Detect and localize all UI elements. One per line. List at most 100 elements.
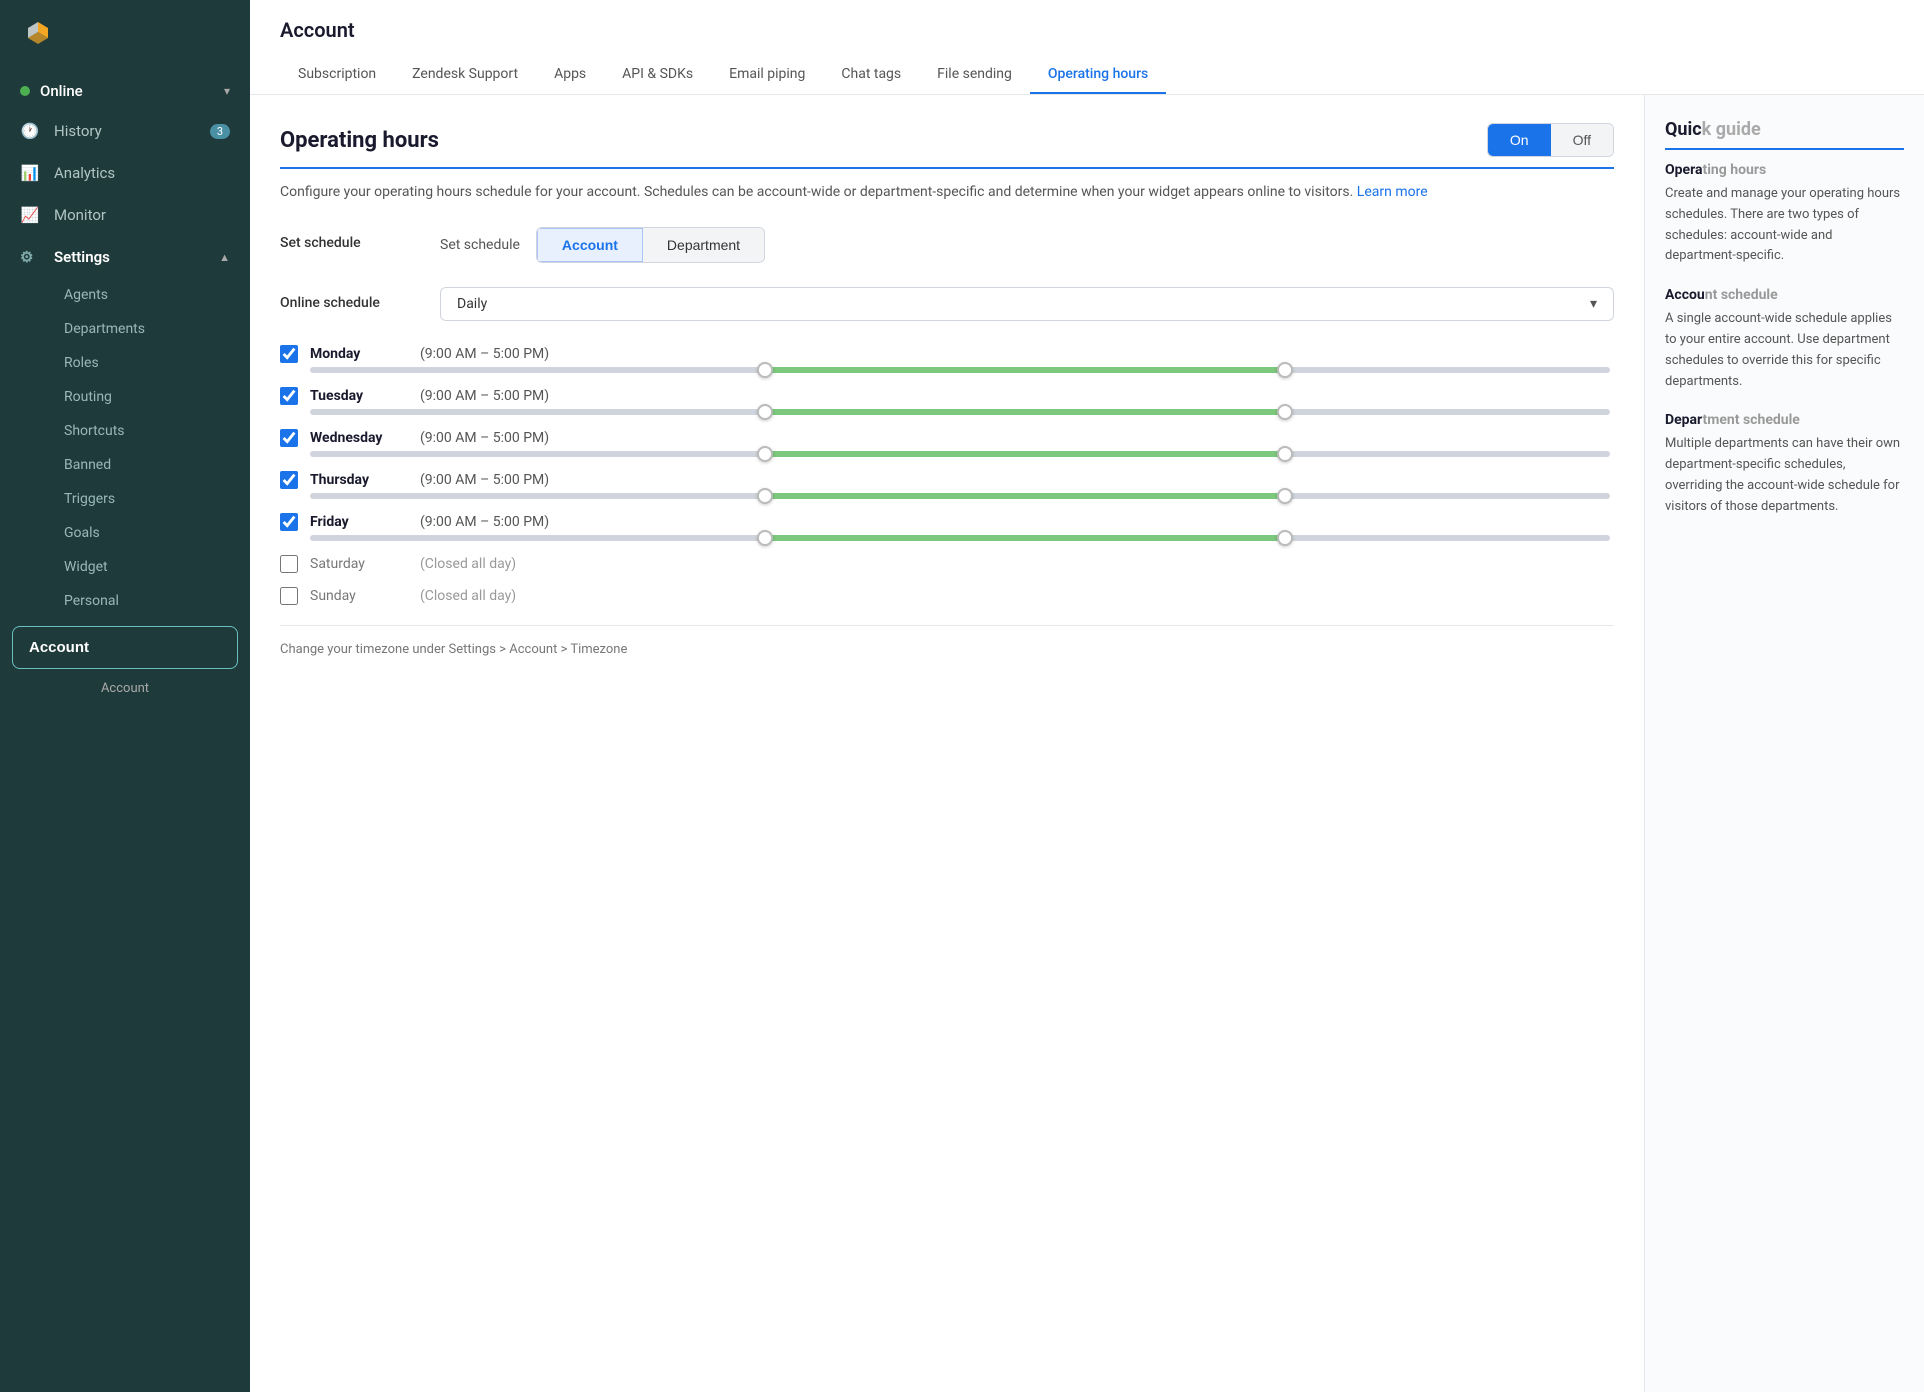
daily-dropdown-value: Daily (457, 296, 487, 312)
thursday-checkbox[interactable] (280, 471, 298, 489)
sidebar-item-roles[interactable]: Roles (54, 346, 250, 380)
account-button[interactable]: Account (12, 626, 238, 669)
friday-slider-track[interactable] (310, 535, 1610, 541)
monday-checkbox[interactable] (280, 345, 298, 363)
tab-email-piping[interactable]: Email piping (711, 56, 823, 94)
sidebar-item-personal[interactable]: Personal (54, 584, 250, 618)
status-indicator (20, 86, 30, 96)
sidebar-item-history[interactable]: 🕐 History 3 (0, 110, 250, 152)
sidebar-item-widget[interactable]: Widget (54, 550, 250, 584)
wednesday-slider-track[interactable] (310, 451, 1610, 457)
tuesday-slider-track[interactable] (310, 409, 1610, 415)
monday-thumb-start[interactable] (757, 362, 773, 378)
tuesday-header: Tuesday (9:00 AM – 5:00 PM) (280, 387, 1614, 405)
activity-icon: 📈 (20, 206, 40, 224)
quick-guide-account-text: A single account-wide schedule applies t… (1665, 309, 1904, 392)
account-schedule-button[interactable]: Account (537, 228, 643, 262)
set-schedule-placeholder: Set schedule (440, 237, 520, 253)
tab-zendesk-support[interactable]: Zendesk Support (394, 56, 536, 94)
friday-slider-fill (765, 535, 1285, 541)
monday-slider-track[interactable] (310, 367, 1610, 373)
sunday-hours: (Closed all day) (420, 588, 516, 604)
monday-hours: (9:00 AM – 5:00 PM) (420, 346, 549, 362)
timezone-note: Change your timezone under Settings > Ac… (280, 625, 1614, 657)
account-tooltip: Account (0, 677, 250, 704)
tuesday-checkbox[interactable] (280, 387, 298, 405)
sidebar-item-shortcuts[interactable]: Shortcuts (54, 414, 250, 448)
sidebar-monitor-label: Monitor (54, 206, 106, 224)
wednesday-header: Wednesday (9:00 AM – 5:00 PM) (280, 429, 1614, 447)
thursday-hours: (9:00 AM – 5:00 PM) (420, 472, 549, 488)
saturday-header: Saturday (Closed all day) (280, 555, 1614, 573)
daily-schedule-dropdown[interactable]: Daily ▾ (440, 287, 1614, 321)
sidebar-item-departments[interactable]: Departments (54, 312, 250, 346)
status-label: Online (40, 82, 224, 100)
quick-guide-department-schedule: Department schedule Multiple departments… (1665, 412, 1904, 517)
content-area: Operating hours On Off Configure your op… (250, 95, 1924, 1392)
learn-more-link[interactable]: Learn more (1357, 184, 1428, 200)
sunday-checkbox[interactable] (280, 587, 298, 605)
department-schedule-button[interactable]: Department (643, 228, 764, 262)
tuesday-thumb-start[interactable] (757, 404, 773, 420)
quick-guide-department-text: Multiple departments can have their own … (1665, 434, 1904, 517)
saturday-checkbox[interactable] (280, 555, 298, 573)
sidebar-settings-label: Settings (54, 248, 110, 266)
tab-operating-hours[interactable]: Operating hours (1030, 56, 1166, 94)
thursday-thumb-end[interactable] (1277, 488, 1293, 504)
sidebar-settings-toggle[interactable]: ⚙ Settings ▲ (0, 236, 250, 278)
friday-thumb-end[interactable] (1277, 530, 1293, 546)
sidebar-item-banned[interactable]: Banned (54, 448, 250, 482)
tuesday-slider-fill (765, 409, 1285, 415)
sidebar-item-monitor[interactable]: 📈 Monitor (0, 194, 250, 236)
sidebar-item-analytics[interactable]: 📊 Analytics (0, 152, 250, 194)
monday-slider-fill (765, 367, 1285, 373)
tuesday-hours: (9:00 AM – 5:00 PM) (420, 388, 549, 404)
tuesday-thumb-end[interactable] (1277, 404, 1293, 420)
thursday-thumb-start[interactable] (757, 488, 773, 504)
friday-checkbox[interactable] (280, 513, 298, 531)
tuesday-row: Tuesday (9:00 AM – 5:00 PM) (280, 387, 1614, 415)
wednesday-thumb-start[interactable] (757, 446, 773, 462)
account-button-label: Account (29, 639, 89, 656)
quick-guide-account-title: Account schedule (1665, 287, 1904, 303)
wednesday-row: Wednesday (9:00 AM – 5:00 PM) (280, 429, 1614, 457)
wednesday-label: Wednesday (310, 430, 420, 446)
sidebar-item-goals[interactable]: Goals (54, 516, 250, 550)
online-schedule-label: Online schedule (280, 287, 440, 311)
tab-subscription[interactable]: Subscription (280, 56, 394, 94)
settings-chevron-icon: ▲ (219, 251, 230, 264)
wednesday-checkbox[interactable] (280, 429, 298, 447)
status-selector[interactable]: Online ▾ (0, 72, 250, 110)
tab-apps[interactable]: Apps (536, 56, 604, 94)
wednesday-hours: (9:00 AM – 5:00 PM) (420, 430, 549, 446)
saturday-row: Saturday (Closed all day) (280, 555, 1614, 573)
dropdown-chevron-icon: ▾ (1590, 296, 1597, 312)
sidebar-item-routing[interactable]: Routing (54, 380, 250, 414)
toggle-off-button[interactable]: Off (1551, 124, 1613, 156)
tab-api-sdks[interactable]: API & SDKs (604, 56, 711, 94)
toggle-on-button[interactable]: On (1488, 124, 1551, 156)
tab-chat-tags[interactable]: Chat tags (823, 56, 919, 94)
sunday-header: Sunday (Closed all day) (280, 587, 1614, 605)
online-schedule-row: Online schedule Daily ▾ (280, 287, 1614, 321)
sidebar-item-agents[interactable]: Agents (54, 278, 250, 312)
tab-bar: Subscription Zendesk Support Apps API & … (280, 56, 1894, 94)
sidebar-item-triggers[interactable]: Triggers (54, 482, 250, 516)
bar-chart-icon: 📊 (20, 164, 40, 182)
wednesday-thumb-end[interactable] (1277, 446, 1293, 462)
main-panel: Operating hours On Off Configure your op… (250, 95, 1644, 1392)
app-logo (20, 18, 56, 54)
thursday-slider-track[interactable] (310, 493, 1610, 499)
tuesday-label: Tuesday (310, 388, 420, 404)
tab-file-sending[interactable]: File sending (919, 56, 1030, 94)
gear-icon: ⚙ (20, 248, 40, 266)
friday-header: Friday (9:00 AM – 5:00 PM) (280, 513, 1614, 531)
monday-thumb-end[interactable] (1277, 362, 1293, 378)
quick-guide-panel: Quick guide Operating hours Create and m… (1644, 95, 1924, 1392)
quick-guide-operating: Operating hours Create and manage your o… (1665, 162, 1904, 267)
monday-header: Monday (9:00 AM – 5:00 PM) (280, 345, 1614, 363)
friday-thumb-start[interactable] (757, 530, 773, 546)
history-badge: 3 (210, 124, 230, 139)
quick-guide-operating-text: Create and manage your operating hours s… (1665, 184, 1904, 267)
saturday-label: Saturday (310, 556, 420, 572)
